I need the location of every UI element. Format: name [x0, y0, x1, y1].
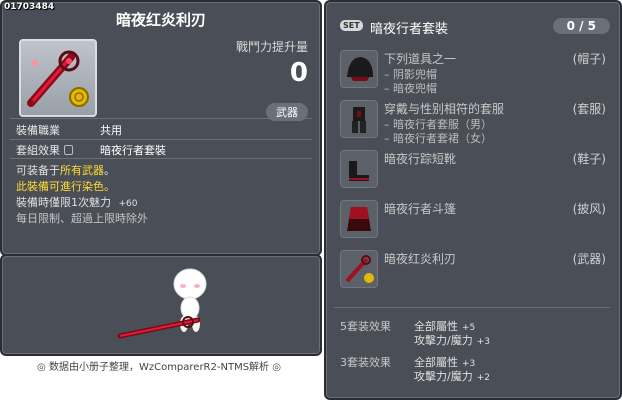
divider: [10, 139, 312, 140]
set-item-hat: 下列道具之一 (帽子) – 阴影兜帽 – 暗夜兜帽: [340, 50, 620, 95]
blade-icon: [27, 50, 89, 107]
desc-dye: 此裝備可進行染色。: [16, 180, 115, 193]
character-preview-panel: [0, 254, 322, 356]
set-item-name: 暗夜行踪短靴: [384, 152, 457, 166]
job-value: 共用: [100, 124, 122, 137]
set-effect-row: 套組效果: [16, 142, 73, 158]
charm-value: +60: [118, 199, 138, 209]
set-badge: SET: [340, 20, 363, 31]
desc-equip-weapon: 可装备于所有武器。: [16, 162, 115, 178]
lock-icon: [64, 145, 73, 155]
set-item-suit: 穿戴与性别相符的套服 (套服) – 暗夜行者套服（男） – 暗夜行者套裙（女）: [340, 100, 620, 145]
desc-text: 裝備時僅限1次魅力: [16, 196, 111, 209]
set-effect-label: 套組效果: [16, 144, 60, 157]
footer-credit: ◎ 数据由小册子整理，WzComparerR2-NTMS解析 ◎: [37, 362, 281, 373]
set-item-name: 下列道具之一: [384, 52, 457, 66]
desc-limit: 每日限制、超過上限時除外: [16, 212, 148, 225]
set-item-category: (武器): [572, 252, 606, 266]
bonus-value: +3: [476, 337, 490, 347]
set-item-name: 穿戴与性别相符的套服: [384, 102, 505, 116]
divider: [10, 118, 312, 119]
power-label: 戰鬥力提升量: [235, 40, 308, 54]
set-item-category: (帽子): [572, 52, 606, 66]
blade-icon: [340, 250, 378, 288]
bonus-5-line2: 攻擊力/魔力 +3: [414, 332, 490, 348]
set-item-option: – 暗夜行者套裙（女）: [384, 132, 492, 145]
set-effect-value: 暗夜行者套裝: [100, 144, 166, 157]
divider: [10, 158, 312, 159]
set-item-name: 暗夜行者斗篷: [384, 202, 457, 216]
set-count: 0 / 5: [552, 18, 610, 34]
set-item-category: (套服): [572, 102, 606, 116]
bonus-3-line2: 攻擊力/魔力 +2: [414, 368, 490, 384]
job-label: 裝備職業: [16, 124, 60, 137]
bonus-stat: 攻擊力/魔力: [414, 334, 473, 347]
desc-charm: 裝備時僅限1次魅力 +60: [16, 194, 138, 210]
set-item-name: 暗夜红炎利刃: [384, 252, 457, 266]
item-tooltip-panel: 01703484 暗夜红炎利刃 戰鬥力提升量 0 武器 裝備職業 共用 套組效果…: [0, 0, 322, 256]
bonus-value: +2: [476, 373, 490, 383]
item-icon-frame: [19, 39, 97, 117]
set-item-category: (披风): [572, 202, 606, 216]
desc-text: 。: [104, 164, 115, 177]
set-tooltip-panel: SET 暗夜行者套裝 0 / 5 下列道具之一 (帽子) – 阴影兜帽 – 暗夜…: [324, 0, 622, 400]
set-item-weapon: 暗夜红炎利刃 (武器): [340, 250, 620, 292]
character-preview: [117, 268, 207, 339]
item-title: 暗夜红炎利刃: [115, 11, 206, 29]
bonus-3-head: 3套装效果: [340, 356, 391, 369]
desc-highlight: 所有武器: [60, 164, 104, 177]
set-item-cape: 暗夜行者斗篷 (披风): [340, 200, 620, 242]
bonus-stat: 攻擊力/魔力: [414, 370, 473, 383]
set-title: 暗夜行者套裝: [370, 22, 449, 37]
desc-text: 可装备于: [16, 164, 60, 177]
set-item-category: (鞋子): [572, 152, 606, 166]
power-value: 0: [289, 58, 308, 88]
boots-icon: [340, 150, 378, 188]
divider: [334, 307, 610, 308]
set-item-option: – 暗夜兜帽: [384, 82, 437, 95]
suit-icon: [340, 100, 378, 138]
hood-icon: [340, 50, 378, 88]
set-item-shoes: 暗夜行踪短靴 (鞋子): [340, 150, 620, 192]
bonus-5-head: 5套装效果: [340, 320, 391, 333]
cape-icon: [340, 200, 378, 238]
